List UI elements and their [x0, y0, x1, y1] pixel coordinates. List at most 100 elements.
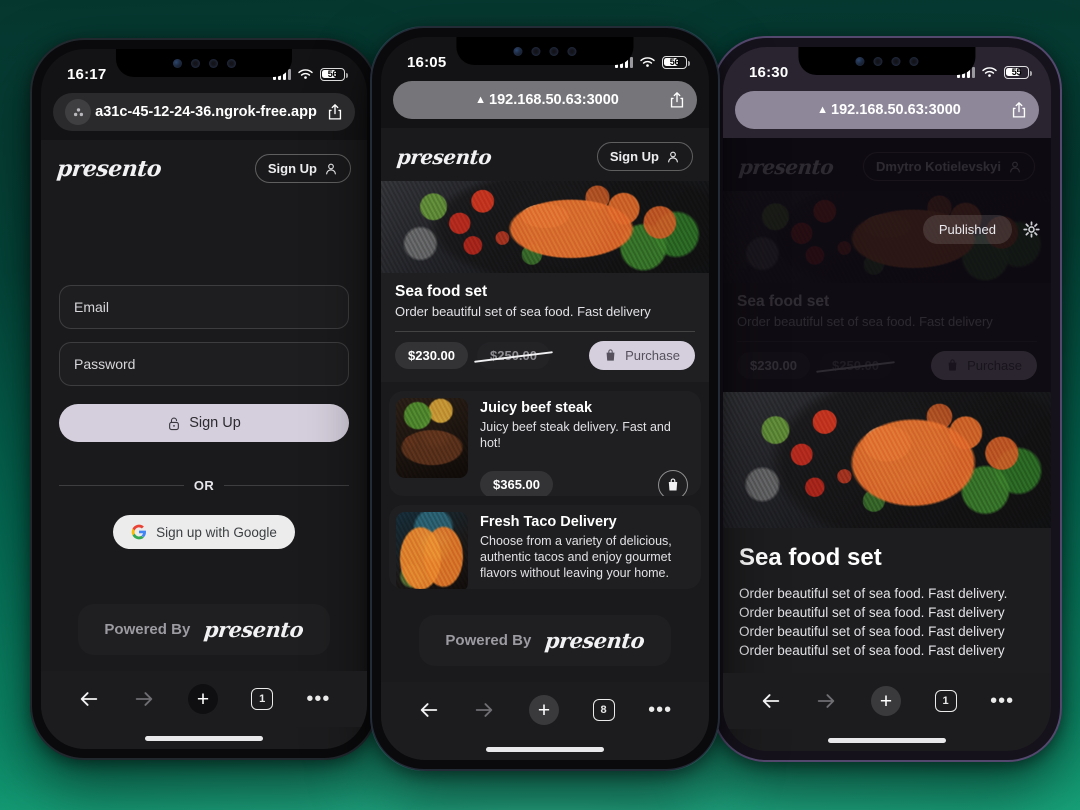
forward-arrow-icon[interactable] — [815, 690, 837, 712]
home-indicator — [145, 735, 263, 741]
product-subtitle: Juicy beef steak delivery. Fast and hot! — [480, 419, 671, 450]
warning-triangle-icon: ▲ — [475, 94, 487, 106]
share-icon[interactable] — [659, 91, 685, 109]
signup-submit-button[interactable]: Sign Up — [59, 404, 349, 442]
detail-product-description: Order beautiful set of sea food. Fast de… — [739, 585, 1008, 659]
product-title: Fresh Taco Delivery — [480, 514, 617, 531]
card-divider — [395, 330, 695, 332]
phone-signup-screen: 16:17 56 a31c-45-12-24-36.ngrok-free.app… — [41, 49, 367, 749]
lock-icon — [169, 417, 180, 430]
sensor-icon — [909, 56, 919, 66]
email-field[interactable]: Email — [59, 285, 349, 329]
status-time: 16:30 — [749, 63, 789, 81]
url-host: 192.168.50.63:3000 — [831, 102, 961, 118]
shopping-bag-icon — [606, 349, 615, 361]
detail-product-image — [723, 391, 1051, 528]
featured-price-row: $230.00 $250.00 Purchase — [395, 340, 695, 370]
share-icon[interactable] — [1001, 101, 1027, 119]
google-signup-button[interactable]: Sign up with Google — [113, 515, 295, 549]
signup-button[interactable]: Sign Up — [254, 154, 351, 183]
wifi-icon — [640, 56, 655, 67]
featured-price: $230.00 — [395, 341, 468, 369]
brand-logo: presento — [737, 154, 835, 179]
product-price-row: $365.00 — [480, 469, 688, 497]
product-title: Juicy beef steak — [480, 399, 593, 416]
battery-icon: 56 — [320, 67, 348, 81]
app-header: presento Sign Up — [381, 128, 709, 181]
forward-arrow-icon[interactable] — [133, 688, 155, 710]
url-text: ▲ 192.168.50.63:3000 — [777, 102, 1001, 118]
new-tab-button[interactable]: + — [870, 686, 901, 716]
battery-icon: 56 — [662, 55, 690, 69]
purchase-button[interactable]: Purchase — [589, 340, 695, 370]
wifi-icon — [982, 66, 997, 77]
tab-count-button[interactable]: 1 — [934, 690, 957, 712]
product-list-item[interactable]: Fresh Taco Delivery Choose from a variet… — [389, 505, 701, 589]
status-time: 16:05 — [407, 53, 447, 71]
status-badge: Published — [922, 215, 1012, 244]
divider-or: OR — [59, 478, 349, 493]
account-chip[interactable]: Dmytro Kotielevskyi — [863, 152, 1035, 181]
signup-submit-label: Sign Up — [189, 415, 241, 431]
featured-product-card[interactable]: Sea food set Order beautiful set of sea … — [381, 181, 709, 382]
sensor-icon — [891, 56, 901, 66]
featured-price-original: $250.00 — [477, 341, 550, 369]
browser-url-bar-container: ▲ 192.168.50.63:3000 — [381, 81, 709, 128]
powered-by-badge: Powered By presento — [419, 615, 671, 666]
account-chip-label: Dmytro Kotielevskyi — [876, 159, 1001, 174]
password-field[interactable]: Password — [59, 342, 349, 386]
more-options-icon[interactable]: ••• — [990, 691, 1014, 711]
powered-by-badge: Powered By presento — [78, 604, 330, 655]
web-app-viewport: presento Sign Up Sea food set Order beau… — [381, 128, 709, 682]
google-signup-label: Sign up with Google — [156, 524, 277, 540]
dimmed-product-image: Published — [723, 191, 1051, 283]
powered-by-label: Powered By — [445, 632, 532, 649]
tab-count-button[interactable]: 8 — [592, 699, 615, 721]
share-icon[interactable] — [317, 103, 343, 121]
product-feed: Sea food set Order beautiful set of sea … — [381, 181, 709, 682]
more-options-icon[interactable]: ••• — [306, 689, 330, 709]
browser-toolbar: + 1 ••• — [41, 671, 367, 727]
purchase-button-label: Purchase — [625, 347, 680, 363]
signup-form: Email Password Sign Up OR Sign up with G… — [41, 193, 367, 671]
url-host: 192.168.50.63:3000 — [489, 92, 619, 108]
home-indicator-bar — [723, 729, 1051, 751]
phone-feed: 16:05 56 ▲ 192.168.50.63:3000 presento S… — [370, 26, 720, 771]
url-bar[interactable]: ▲ 192.168.50.63:3000 — [735, 91, 1039, 129]
back-arrow-icon[interactable] — [78, 688, 100, 710]
front-camera-icon — [513, 46, 523, 56]
browser-toolbar: + 8 ••• — [381, 682, 709, 738]
notch — [456, 37, 634, 65]
product-list-item[interactable]: Juicy beef steak Juicy beef steak delive… — [389, 390, 701, 497]
divider-line — [59, 485, 184, 486]
signup-button-label: Sign Up — [267, 161, 317, 176]
back-arrow-icon[interactable] — [418, 699, 440, 721]
new-tab-button[interactable]: + — [187, 684, 218, 714]
more-options-icon[interactable]: ••• — [648, 700, 672, 720]
back-arrow-icon[interactable] — [760, 690, 782, 712]
product-subtitle: Choose from a variety of delicious, auth… — [480, 534, 672, 581]
powered-by-label: Powered By — [104, 621, 191, 638]
forward-arrow-icon[interactable] — [473, 699, 495, 721]
gear-icon[interactable] — [1022, 220, 1041, 239]
dimmed-purchase-label: Purchase — [967, 357, 1022, 373]
signup-button[interactable]: Sign Up — [596, 142, 693, 171]
browser-toolbar: + 1 ••• — [723, 673, 1051, 729]
url-bar[interactable]: a31c-45-12-24-36.ngrok-free.app — [53, 93, 355, 131]
new-tab-button[interactable]: + — [528, 695, 559, 725]
shopping-bag-icon — [668, 478, 678, 491]
tab-count-button[interactable]: 1 — [251, 688, 274, 710]
app-header: presento Sign Up — [41, 140, 367, 193]
sensor-icon — [208, 58, 218, 68]
url-text: a31c-45-12-24-36.ngrok-free.app — [95, 104, 317, 120]
dimmed-price: $230.00 — [737, 351, 810, 379]
browser-url-bar-container: a31c-45-12-24-36.ngrok-free.app — [41, 93, 367, 140]
url-bar[interactable]: ▲ 192.168.50.63:3000 — [393, 81, 697, 119]
user-icon — [326, 163, 336, 174]
phone-signup: 16:17 56 a31c-45-12-24-36.ngrok-free.app… — [30, 38, 378, 760]
page-settings-icon[interactable] — [65, 99, 95, 125]
user-icon — [1010, 161, 1020, 172]
add-to-cart-button[interactable] — [658, 469, 688, 497]
dimmed-price-row: $230.00 $250.00 Purchase — [737, 350, 1037, 380]
home-indicator — [827, 737, 947, 743]
